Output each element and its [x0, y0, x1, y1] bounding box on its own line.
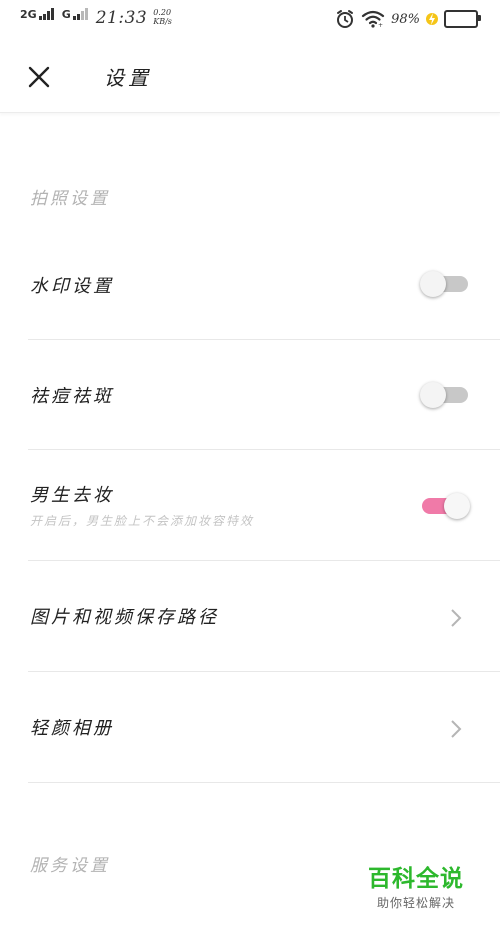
battery-percent: 98% — [391, 11, 420, 27]
section-label-photo: 拍照设置 — [30, 189, 110, 209]
setting-title-save-path: 图片和视频保存路径 — [30, 607, 219, 628]
watermark-logo: 百科全说 助你轻松解决 — [366, 866, 466, 911]
status-right: + 98% — [335, 9, 481, 29]
watermark-toggle[interactable] — [420, 271, 468, 297]
top-app-bar: 设置 — [0, 40, 500, 113]
close-icon[interactable] — [22, 60, 56, 94]
setting-row-acne-removal[interactable]: 祛痘祛斑 — [28, 339, 500, 450]
section-label-service: 服务设置 — [30, 856, 110, 876]
setting-row-male-makeup[interactable]: 男生去妆 开启后，男生脸上不会添加妆容特效 — [28, 450, 500, 561]
network-speed: 0.20 KB/s — [153, 8, 172, 26]
network-speed-unit: KB/s — [153, 17, 172, 26]
status-left: 2G G 21:33 0.20 KB/s — [20, 8, 172, 28]
signal-bars-icon — [38, 8, 54, 20]
setting-row-save-path[interactable]: 图片和视频保存路径 — [28, 561, 500, 672]
acne-removal-toggle[interactable] — [420, 382, 468, 408]
chevron-right-icon — [451, 720, 462, 738]
setting-row-light-album[interactable]: 轻颜相册 — [28, 672, 500, 783]
toggle-knob — [420, 382, 446, 408]
signal-1: 2G — [20, 8, 54, 20]
setting-title-male-makeup: 男生去妆 — [30, 485, 114, 506]
network-speed-value: 0.20 — [153, 8, 172, 17]
charging-bolt-icon — [426, 13, 438, 25]
status-time: 21:33 — [95, 8, 148, 28]
signal-bars-icon — [72, 8, 88, 20]
status-bar: 2G G 21:33 0.20 KB/s + 98% — [0, 0, 500, 40]
signal-1-label: 2G — [20, 8, 37, 21]
page-title: 设置 — [104, 66, 152, 90]
setting-subtitle-male-makeup: 开启后，男生脸上不会添加妆容特效 — [30, 514, 255, 528]
setting-row-watermark[interactable]: 水印设置 — [28, 229, 500, 340]
signal-2: G — [62, 8, 88, 20]
setting-title-watermark: 水印设置 — [30, 276, 114, 297]
watermark-logo-main: 百科全说 — [368, 866, 464, 892]
svg-text:+: + — [378, 22, 383, 28]
signal-2-label: G — [61, 8, 71, 21]
setting-title-acne-removal: 祛痘祛斑 — [30, 386, 114, 407]
wifi-icon: + — [361, 10, 385, 28]
watermark-logo-sub: 助你轻松解决 — [376, 896, 455, 910]
setting-title-light-album: 轻颜相册 — [30, 718, 114, 739]
alarm-clock-icon — [337, 10, 354, 28]
toggle-knob — [444, 493, 470, 519]
battery-icon — [444, 10, 481, 28]
chevron-right-icon — [451, 609, 462, 627]
male-makeup-toggle[interactable] — [422, 493, 470, 519]
toggle-knob — [420, 271, 446, 297]
